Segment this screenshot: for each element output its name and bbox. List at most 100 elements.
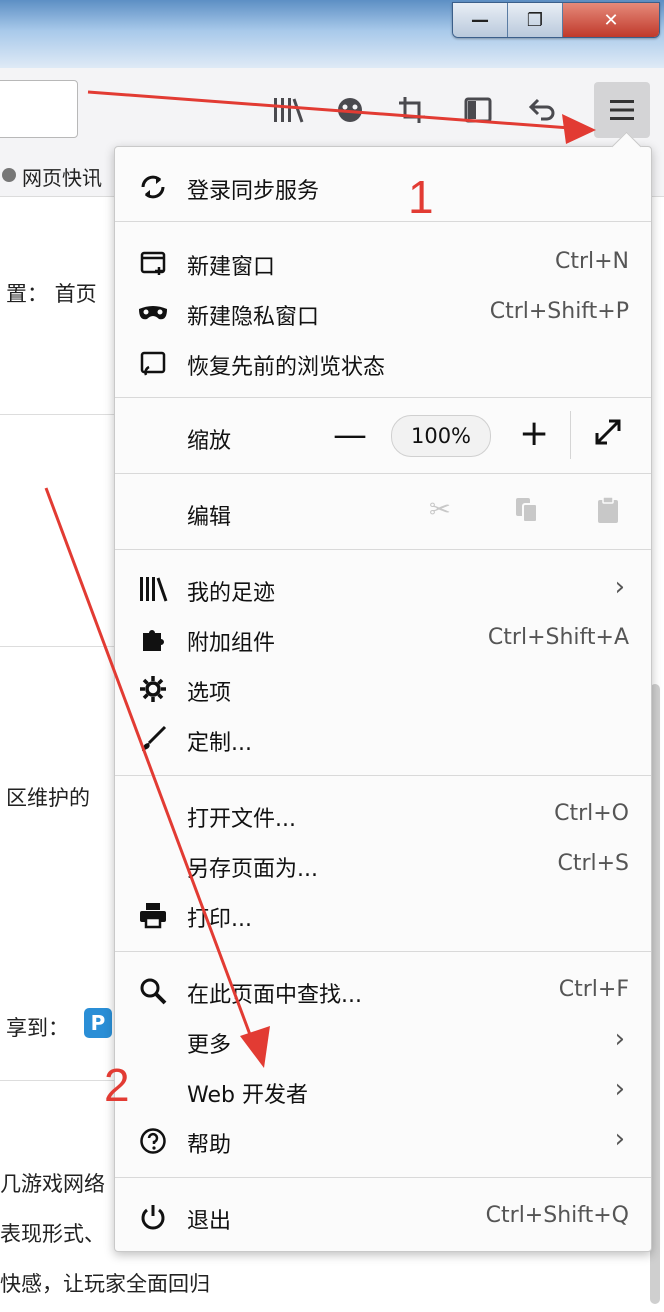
shortcut-label: Ctrl+S [557, 851, 629, 876]
menu-item-label: 打开文件... [187, 807, 296, 832]
page-text-line: 表现形式、 [0, 1222, 105, 1246]
menu-item-label: Web 开发者 [187, 1083, 308, 1108]
menu-item-label: 新建隐私窗口 [187, 305, 320, 330]
menu-item-open-file[interactable]: 打开文件... Ctrl+O [115, 789, 651, 839]
fullscreen-icon[interactable] [593, 417, 623, 454]
chevron-right-icon: › [614, 572, 625, 602]
private-mask-icon [137, 297, 169, 329]
pocket-icon[interactable] [332, 92, 368, 128]
menu-item-quit[interactable]: 退出 Ctrl+Shift+Q [115, 1191, 651, 1241]
menu-item-library[interactable]: 我的足迹 › [115, 563, 651, 613]
annotation-step-2: 2 [104, 1059, 130, 1111]
bookmark-item[interactable]: 网页快讯 [22, 162, 102, 191]
menu-item-label: 恢复先前的浏览状态 [187, 355, 386, 380]
chevron-right-icon: › [614, 1024, 625, 1054]
menu-item-label: 缩放 [187, 429, 232, 454]
menu-item-print[interactable]: 打印... [115, 889, 651, 939]
page-text-line: 享到： [6, 1016, 69, 1040]
shortcut-label: Ctrl+N [554, 249, 629, 274]
bookmark-icon [2, 168, 16, 182]
menu-separator [115, 951, 651, 952]
puzzle-icon [137, 623, 169, 655]
menu-item-label: 打印... [187, 907, 252, 932]
search-icon [137, 975, 169, 1007]
menu-item-label: 定制... [187, 731, 252, 756]
menu-item-label: 更多 [187, 1033, 232, 1058]
shortcut-label: Ctrl+Shift+P [489, 299, 629, 324]
url-bar[interactable] [0, 80, 78, 138]
annotation-step-1: 1 [408, 171, 434, 223]
menu-separator [570, 411, 571, 459]
shortcut-label: Ctrl+Shift+Q [485, 1203, 629, 1228]
menu-separator [115, 1177, 651, 1178]
hamburger-icon [610, 100, 634, 120]
app-menu-panel: 登录同步服务 新建窗口 Ctrl+N 新建隐私窗口 Ctrl+Shift+P 恢… [114, 146, 652, 1252]
chevron-right-icon: › [614, 1124, 625, 1154]
undo-icon[interactable] [524, 92, 560, 128]
page-text-line: 置： 首页 [6, 282, 97, 306]
menu-item-web-developer[interactable]: Web 开发者 › [115, 1065, 651, 1115]
window-controls: — ❐ ✕ [452, 2, 660, 38]
menu-item-label: 登录同步服务 [187, 179, 320, 204]
page-text-line: 快感，让玩家全面回归 [0, 1272, 210, 1296]
menu-item-save-page[interactable]: 另存页面为... Ctrl+S [115, 839, 651, 889]
page-text-line: 区维护的 [6, 786, 90, 810]
menu-item-help[interactable]: 帮助 › [115, 1115, 651, 1165]
menu-item-find-in-page[interactable]: 在此页面中查找... Ctrl+F [115, 965, 651, 1015]
window-titlebar: — ❐ ✕ [0, 0, 664, 68]
minimize-button[interactable]: — [453, 3, 508, 37]
hamburger-menu-button[interactable] [594, 82, 650, 138]
menu-item-restore-session[interactable]: 恢复先前的浏览状态 [115, 337, 651, 387]
menu-item-label: 新建窗口 [187, 255, 276, 280]
menu-item-addons[interactable]: 附加组件 Ctrl+Shift+A [115, 613, 651, 663]
menu-item-label: 帮助 [187, 1133, 232, 1158]
printer-icon [137, 899, 169, 931]
menu-item-customize[interactable]: 定制... [115, 713, 651, 763]
library-icon [137, 573, 169, 605]
power-icon [137, 1201, 169, 1233]
zoom-out-button[interactable]: — [333, 415, 367, 455]
menu-item-new-private-window[interactable]: 新建隐私窗口 Ctrl+Shift+P [115, 287, 651, 337]
menu-separator [115, 473, 651, 474]
menu-item-label: 选项 [187, 681, 232, 706]
menu-item-sync[interactable]: 登录同步服务 [115, 161, 651, 211]
menu-separator [115, 221, 651, 222]
library-icon[interactable] [270, 92, 306, 128]
new-window-icon [137, 247, 169, 279]
maximize-button[interactable]: ❐ [508, 3, 563, 37]
menu-item-new-window[interactable]: 新建窗口 Ctrl+N [115, 237, 651, 287]
menu-item-label: 另存页面为... [187, 857, 318, 882]
menu-item-edit: 编辑 [115, 487, 651, 537]
shortcut-label: Ctrl+F [558, 977, 629, 1002]
chevron-right-icon: › [614, 1074, 625, 1104]
menu-item-label: 退出 [187, 1209, 232, 1234]
sync-icon [137, 171, 169, 203]
restore-session-icon [137, 347, 169, 379]
menu-item-label: 在此页面中查找... [187, 983, 362, 1008]
menu-item-label: 我的足迹 [187, 581, 276, 606]
menu-item-options[interactable]: 选项 [115, 663, 651, 713]
menu-item-label: 附加组件 [187, 631, 276, 656]
menu-separator [115, 549, 651, 550]
menu-item-more[interactable]: 更多 › [115, 1015, 651, 1065]
menu-item-label: 编辑 [187, 505, 232, 530]
menu-separator [115, 397, 651, 398]
zoom-reset-button[interactable]: 100% [391, 415, 491, 457]
zoom-in-button[interactable]: + [519, 413, 549, 454]
page-divider [0, 1080, 114, 1081]
copy-icon[interactable] [513, 495, 541, 532]
gear-icon [137, 673, 169, 705]
shortcut-label: Ctrl+O [554, 801, 629, 826]
screenshot-icon[interactable] [394, 92, 430, 128]
menu-separator [115, 775, 651, 776]
close-button[interactable]: ✕ [563, 3, 659, 37]
page-divider [0, 414, 114, 415]
page-text-line: 几游戏网络 [0, 1172, 105, 1196]
paintbrush-icon [137, 723, 169, 755]
shortcut-label: Ctrl+Shift+A [487, 625, 629, 650]
paste-icon[interactable] [595, 495, 621, 532]
help-icon [137, 1125, 169, 1157]
cut-icon[interactable]: ✂ [429, 495, 451, 525]
share-icon[interactable]: P [84, 1008, 112, 1038]
sidebar-icon[interactable] [460, 92, 496, 128]
